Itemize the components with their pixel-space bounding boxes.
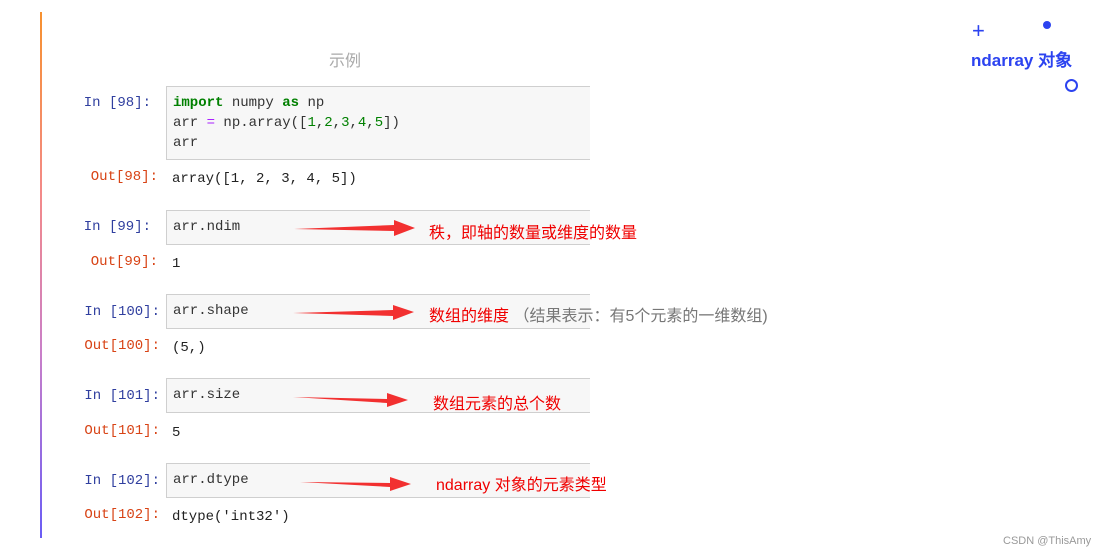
code-token: , <box>366 115 375 131</box>
code-token: = <box>206 115 216 131</box>
annotation: 数组元素的总个数 <box>433 396 562 413</box>
out-prompt: Out[102]: <box>84 507 160 523</box>
code-token: , <box>315 115 325 131</box>
code-token: np.array([ <box>215 115 308 131</box>
code-text: arr.dtype <box>173 472 249 488</box>
code-text: arr.ndim <box>173 219 241 235</box>
annotation: 数组的维度 （结果表示：有5个元素的一维数组) <box>429 302 768 326</box>
accent-bar <box>40 12 42 538</box>
out-prompt: Out[98]: <box>90 169 158 185</box>
code-token: 5 <box>374 115 384 131</box>
arrow-icon <box>293 393 408 407</box>
code-token: as <box>282 95 300 111</box>
cell-output: 5 <box>172 425 181 441</box>
out-prompt: Out[99]: <box>90 254 158 270</box>
code-token: arr <box>173 115 207 131</box>
annotation: 秩，即轴的数量或维度的数量 <box>429 225 638 242</box>
in-prompt: In [102]: <box>84 473 160 489</box>
annotation-note: （结果表示：有5个元素的一维数组) <box>513 308 768 325</box>
code-line: arr = np.array([1,2,3,4,5]) <box>173 113 584 133</box>
arrow-icon <box>293 305 414 320</box>
code-cell[interactable]: import numpy as np arr = np.array([1,2,3,… <box>166 86 590 160</box>
cell-output: 1 <box>172 256 181 272</box>
arrow-icon <box>300 477 411 491</box>
plus-icon: + <box>972 18 985 43</box>
code-token: , <box>332 115 342 131</box>
code-token: 1 <box>307 115 316 131</box>
code-token: np <box>299 95 325 111</box>
decoration-title: ndarray 对象 <box>971 51 1073 70</box>
caption: 示例 <box>329 53 362 70</box>
in-prompt: In [98]: <box>83 95 151 111</box>
in-prompt: In [101]: <box>84 388 160 404</box>
arrow-icon <box>294 220 415 236</box>
cell-output: (5,) <box>172 340 206 356</box>
code-token: arr <box>173 135 199 151</box>
code-token: numpy <box>223 95 283 111</box>
code-text: arr.size <box>173 387 241 403</box>
code-token: import <box>173 95 224 111</box>
watermark: CSDN @ThisAmy <box>1003 535 1092 547</box>
annotation-text: 数组的维度 <box>429 308 510 325</box>
code-token: , <box>349 115 358 131</box>
out-prompt: Out[101]: <box>84 423 160 439</box>
annotation: ndarray 对象的元素类型 <box>436 477 607 494</box>
cell-output: array([1, 2, 3, 4, 5]) <box>172 171 357 187</box>
code-text: arr.shape <box>173 303 249 319</box>
code-token: ]) <box>383 115 400 131</box>
dot-icon <box>1043 21 1051 29</box>
code-token: 2 <box>324 115 333 131</box>
ring-icon <box>1065 79 1078 92</box>
cell-output: dtype('int32') <box>172 509 290 525</box>
in-prompt: In [99]: <box>83 219 151 235</box>
out-prompt: Out[100]: <box>84 338 160 354</box>
code-line: import numpy as np <box>173 93 584 113</box>
in-prompt: In [100]: <box>84 304 160 320</box>
code-line: arr <box>173 133 584 153</box>
